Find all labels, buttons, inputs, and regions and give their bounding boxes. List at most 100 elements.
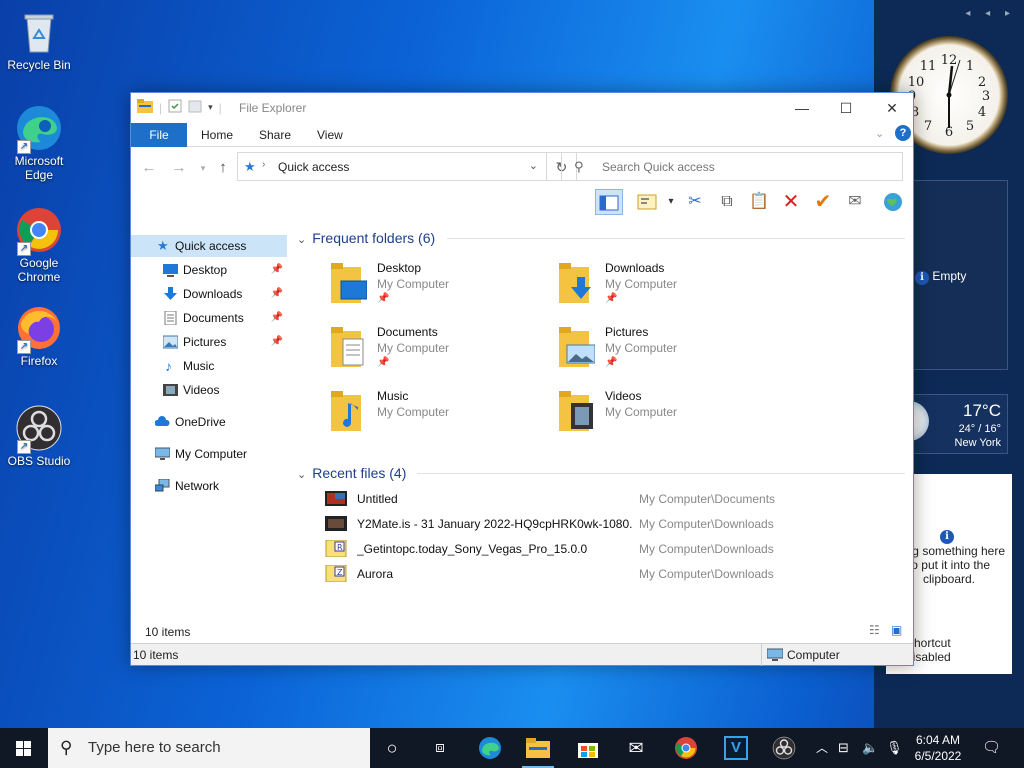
tab-share[interactable]: Share [245,123,305,147]
taskbar-search-input[interactable]: ⚲ Type here to search [48,728,370,768]
pin-icon[interactable]: 📌 [271,283,283,305]
rename-icon[interactable]: ✔ [809,189,837,215]
taskbar-obs[interactable] [760,728,808,768]
properties-toolbar-icon[interactable]: ✉ [841,189,869,215]
frequent-folders-header[interactable]: ⌄ Frequent folders (6) [297,228,435,248]
details-view-icon[interactable]: ☷ [869,623,880,637]
desktop-folder-icon [331,263,367,303]
network-tray-icon[interactable]: ⊟ [838,728,849,768]
nav-item-quick-access[interactable]: ★ Quick access [131,235,287,257]
pin-icon[interactable]: 📌 [271,331,283,353]
notifications-button[interactable]: 🗨 [982,728,1001,768]
cut-icon[interactable]: ✂ [681,189,709,215]
svg-text:11: 11 [920,59,937,74]
title-bar[interactable]: | ▾ | File Explorer — ☐ ✕ [131,93,913,123]
recent-file-row[interactable]: Y2Mate.is - 31 January 2022-HQ9cpHRK0wk-… [325,512,905,536]
nav-item-network[interactable]: Network [131,475,287,497]
close-button[interactable]: ✕ [869,93,915,123]
customize-toolbar-icon[interactable]: ▾ [208,102,213,113]
taskbar-store[interactable] [564,728,612,768]
folder-tile-pictures[interactable]: Pictures My Computer 📌 [559,325,779,385]
preview-pane-button[interactable] [595,189,623,215]
chrome-icon [675,737,697,759]
computer-icon [155,447,170,460]
paste-icon[interactable]: 📋 [745,189,773,215]
recent-files-header[interactable]: ⌄ Recent files (4) [297,463,406,483]
tab-file[interactable]: File [131,123,187,147]
expand-ribbon-icon[interactable]: ⌄ [875,127,884,140]
breadcrumb-chevron-icon[interactable]: › [262,159,265,170]
folder-name: Videos [605,389,642,403]
gadget-nav-arrows[interactable]: ◂ ◂ ▸ [965,8,1016,19]
recent-file-row[interactable]: Z Aurora My Computer\Downloads [325,562,905,586]
taskbar-file-explorer[interactable] [514,728,562,768]
nav-item-videos[interactable]: Videos [131,379,287,401]
recent-file-row[interactable]: Untitled My Computer\Documents [325,487,905,511]
pin-icon[interactable]: 📌 [271,259,283,281]
taskbar-edge[interactable] [466,728,514,768]
nav-item-documents[interactable]: Documents 📌 [131,307,287,329]
nav-item-onedrive[interactable]: OneDrive [131,411,287,433]
recent-file-name: Y2Mate.is - 31 January 2022-HQ9cpHRK0wk-… [357,517,632,531]
desktop-icon-label: Google Chrome [17,256,61,284]
properties-icon[interactable] [168,99,182,116]
desktop-icon-recycle-bin[interactable]: Recycle Bin [4,8,74,72]
nav-item-downloads[interactable]: Downloads 📌 [131,283,287,305]
forward-button[interactable]: → [169,158,189,178]
volume-tray-icon[interactable]: 🔈 [862,728,878,768]
collapse-chevron-icon: ⌄ [297,469,307,481]
tab-view[interactable]: View [303,123,357,147]
globe-icon[interactable] [879,189,907,215]
up-button[interactable]: ↑ [213,158,233,178]
folder-path: My Computer [377,405,450,419]
mail-icon: ✉ [628,738,644,758]
pin-icon[interactable]: 📌 [271,307,283,329]
folder-tile-music[interactable]: Music My Computer [331,389,551,449]
start-button[interactable] [0,728,48,768]
desktop-icon-chrome[interactable]: ↗ Google Chrome [4,206,74,284]
large-icons-view-icon[interactable]: ▣ [891,623,902,637]
address-dropdown-icon[interactable]: ⌄ [529,159,538,172]
delete-icon[interactable]: ✕ [777,189,805,215]
desktop-icon-edge[interactable]: ↗ Microsoft Edge [4,104,74,182]
address-input[interactable]: ★ › Quick access ⌄ [237,152,547,181]
taskbar-vegas[interactable]: V [712,728,760,768]
task-view-button[interactable]: ⧈ [416,728,464,768]
taskbar-chrome[interactable] [662,728,710,768]
recent-locations-button[interactable]: ▾ [193,158,213,178]
help-icon[interactable]: ? [895,125,911,141]
desktop-icon-obs[interactable]: ↗ OBS Studio [4,404,74,468]
show-hidden-icons-button[interactable]: ︿ [816,728,828,768]
copy-icon[interactable]: ⧉ [713,189,741,215]
new-folder-icon[interactable] [188,99,202,116]
zip-archive-icon: Z [325,565,347,582]
nav-item-my-computer[interactable]: My Computer [131,443,287,465]
videos-folder-icon [559,391,593,431]
recent-file-row[interactable]: R _Getintopc.today_Sony_Vegas_Pro_15.0.0… [325,537,905,561]
minimize-button[interactable]: — [779,93,825,123]
nav-label: Pictures [183,335,227,349]
videos-icon [163,384,178,396]
microphone-tray-icon[interactable]: 🎙 [886,728,903,768]
shortcut-arrow-icon: ↗ [17,242,31,256]
maximize-button[interactable]: ☐ [823,93,869,123]
nav-item-music[interactable]: ♪ Music [131,355,287,377]
back-button[interactable]: ← [139,158,159,178]
folder-name: Documents [377,325,438,339]
taskbar-mail[interactable]: ✉ [612,728,660,768]
slideshow-empty-label: Empty [932,269,967,283]
search-input[interactable]: ⚲ Search Quick access [561,152,903,181]
svg-text:5: 5 [966,119,974,134]
nav-item-desktop[interactable]: Desktop 📌 [131,259,287,281]
quick-access-toolbar: | ▾ | [137,99,222,116]
clock-tray[interactable]: 6:04 AM 6/5/2022 [904,728,972,768]
tab-home[interactable]: Home [187,123,247,147]
folder-tile-documents[interactable]: Documents My Computer 📌 [331,325,551,385]
desktop-icon-firefox[interactable]: ↗ Firefox [4,304,74,368]
folder-tile-downloads[interactable]: Downloads My Computer 📌 [559,261,779,321]
cortana-button[interactable]: ○ [368,728,416,768]
folder-tile-videos[interactable]: Videos My Computer [559,389,779,449]
folder-tile-desktop[interactable]: Desktop My Computer 📌 [331,261,551,321]
desktop-icon-label: Firefox [20,354,58,368]
nav-item-pictures[interactable]: Pictures 📌 [131,331,287,353]
